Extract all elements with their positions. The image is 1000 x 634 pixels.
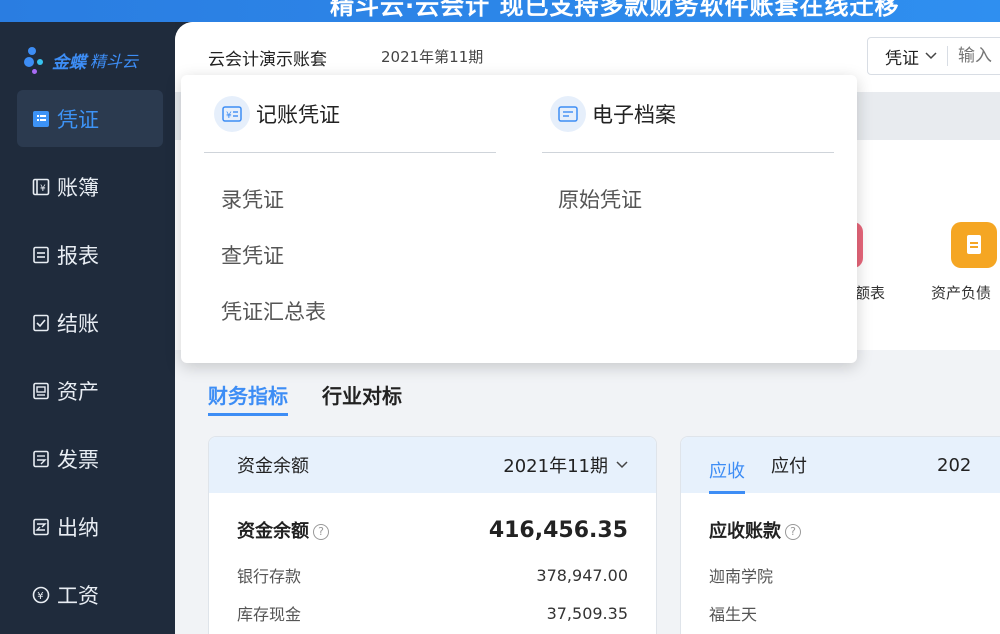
dropdown-column-title: 记账凭证 (256, 102, 340, 127)
account-period[interactable]: 2021年第11期 (381, 46, 483, 67)
sidebar-item-asset[interactable]: 资产 (17, 362, 163, 419)
dropdown-column-voucher: ¥ 记账凭证 录凭证 查凭证 凭证汇总表 (204, 75, 496, 339)
fund-balance-card: 资金余额 2021年11期 资金余额? 416,456.35 银行存款 378,… (208, 436, 657, 634)
logo[interactable]: 金蝶 精斗云 (24, 42, 138, 78)
ledger-icon: ¥ (31, 177, 51, 197)
fund-row-label: 银行存款 (237, 567, 302, 586)
chevron-down-icon (616, 461, 628, 469)
menu-item-voucher-summary[interactable]: 凭证汇总表 (204, 283, 496, 339)
sidebar: 金蝶 精斗云 凭证 ¥ 账簿 报表 结账 资产 发票 出纳 ¥ 工资 (0, 22, 175, 634)
tab-receivable[interactable]: 应收 (709, 443, 745, 494)
sidebar-item-ledger[interactable]: ¥ 账簿 (17, 158, 163, 215)
logo-icon (24, 43, 48, 77)
chevron-down-icon (925, 52, 937, 60)
sidebar-item-label: 凭证 (57, 107, 99, 132)
search-input[interactable] (958, 46, 1000, 66)
fund-total-label: 资金余额 (237, 521, 309, 542)
quick-balance-sheet-icon[interactable] (951, 222, 997, 268)
card-title: 资金余额 (237, 456, 309, 477)
tab-financial-indicators[interactable]: 财务指标 (208, 380, 288, 416)
sidebar-item-label: 工资 (57, 583, 99, 608)
tab-payable[interactable]: 应付 (771, 452, 807, 478)
receivable-payable-card: 应收 应付 202 应收账款? 8 迦南学院 福生天 (680, 436, 1000, 634)
dropdown-column-title: 电子档案 (592, 102, 676, 127)
dropdown-column-header: 电子档案 (542, 75, 834, 153)
dropdown-column-header: ¥ 记账凭证 (204, 75, 496, 153)
voucher-yen-icon: ¥ (214, 95, 250, 132)
sidebar-item-close[interactable]: 结账 (17, 294, 163, 351)
sidebar-item-label: 出纳 (57, 515, 99, 540)
tab-industry-benchmark[interactable]: 行业对标 (322, 380, 402, 416)
logo-brand: 金蝶 (52, 52, 86, 73)
dropdown-list: 原始凭证 (542, 153, 834, 227)
ar-row: 福生天 (709, 601, 991, 625)
sidebar-item-label: 发票 (57, 447, 99, 472)
dropdown-list: 录凭证 查凭证 凭证汇总表 (204, 153, 496, 339)
svg-text:¥: ¥ (37, 591, 43, 602)
card-header: 资金余额 2021年11期 (209, 437, 656, 493)
sidebar-item-invoice[interactable]: 发票 (17, 430, 163, 487)
indicator-tabs: 财务指标 行业对标 (208, 380, 436, 416)
fund-total-value: 416,456.35 (488, 517, 628, 543)
menu-item-original-voucher[interactable]: 原始凭证 (542, 171, 834, 227)
invoice-icon (31, 449, 51, 469)
menu-item-query-voucher[interactable]: 查凭证 (204, 227, 496, 283)
close-books-icon (31, 313, 51, 333)
archive-icon (550, 95, 586, 132)
sidebar-item-report[interactable]: 报表 (17, 226, 163, 283)
period-select[interactable]: 202 (937, 455, 971, 476)
voucher-dropdown-menu: ¥ 记账凭证 录凭证 查凭证 凭证汇总表 电子档案 原始凭证 (181, 75, 857, 363)
dropdown-column-archive: 电子档案 原始凭证 (542, 75, 834, 227)
cashier-icon (31, 517, 51, 537)
logo-product: 精斗云 (90, 52, 139, 71)
sidebar-item-label: 报表 (57, 243, 99, 268)
period-select[interactable]: 2021年11期 (503, 452, 628, 478)
fund-total-row: 资金余额? 416,456.35 (237, 517, 628, 543)
ar-row: 迦南学院 (709, 563, 991, 587)
sidebar-item-salary[interactable]: ¥ 工资 (17, 566, 163, 623)
quick-report-label[interactable]: 额表 (855, 282, 885, 303)
period-label: 2021年11期 (503, 456, 608, 477)
quick-balance-sheet-label[interactable]: 资产负债 (931, 282, 991, 303)
search-type-label: 凭证 (885, 48, 919, 69)
fund-row-label: 库存现金 (237, 605, 302, 624)
sidebar-item-cashier[interactable]: 出纳 (17, 498, 163, 555)
global-search: 凭证 (867, 37, 1000, 75)
search-divider (947, 46, 948, 66)
ar-row-label: 迦南学院 (709, 567, 774, 586)
fund-row-value: 37,509.35 (546, 603, 628, 623)
search-type-select[interactable]: 凭证 (868, 44, 937, 69)
sidebar-item-label: 资产 (57, 379, 99, 404)
help-icon[interactable]: ? (785, 524, 801, 540)
sidebar-item-voucher[interactable]: 凭证 (17, 90, 163, 147)
sidebar-item-label: 账簿 (57, 175, 99, 200)
sidebar-item-label: 结账 (57, 311, 99, 336)
report-icon (31, 245, 51, 265)
top-banner: 精斗云·云会计 现已支持多款财务软件账套在线迁移 (0, 0, 1000, 22)
fund-row: 库存现金 37,509.35 (237, 601, 628, 625)
fund-row: 银行存款 378,947.00 (237, 563, 628, 587)
voucher-icon (31, 109, 51, 129)
ar-total-label-wrap: 应收账款? (709, 517, 801, 543)
svg-text:¥: ¥ (226, 111, 232, 121)
fund-total-label-wrap: 资金余额? (237, 517, 329, 543)
asset-icon (31, 381, 51, 401)
ar-total-row: 应收账款? 8 (709, 517, 991, 543)
banner-text: 精斗云·云会计 现已支持多款财务软件账套在线迁移 (330, 0, 900, 20)
help-icon[interactable]: ? (313, 524, 329, 540)
account-name[interactable]: 云会计演示账套 (208, 45, 327, 70)
ar-row-label: 福生天 (709, 605, 758, 624)
card-header: 应收 应付 202 (681, 437, 1000, 494)
menu-item-enter-voucher[interactable]: 录凭证 (204, 171, 496, 227)
ar-total-label: 应收账款 (709, 521, 781, 542)
svg-text:¥: ¥ (40, 184, 46, 194)
fund-row-value: 378,947.00 (536, 565, 628, 585)
salary-icon: ¥ (31, 585, 51, 605)
